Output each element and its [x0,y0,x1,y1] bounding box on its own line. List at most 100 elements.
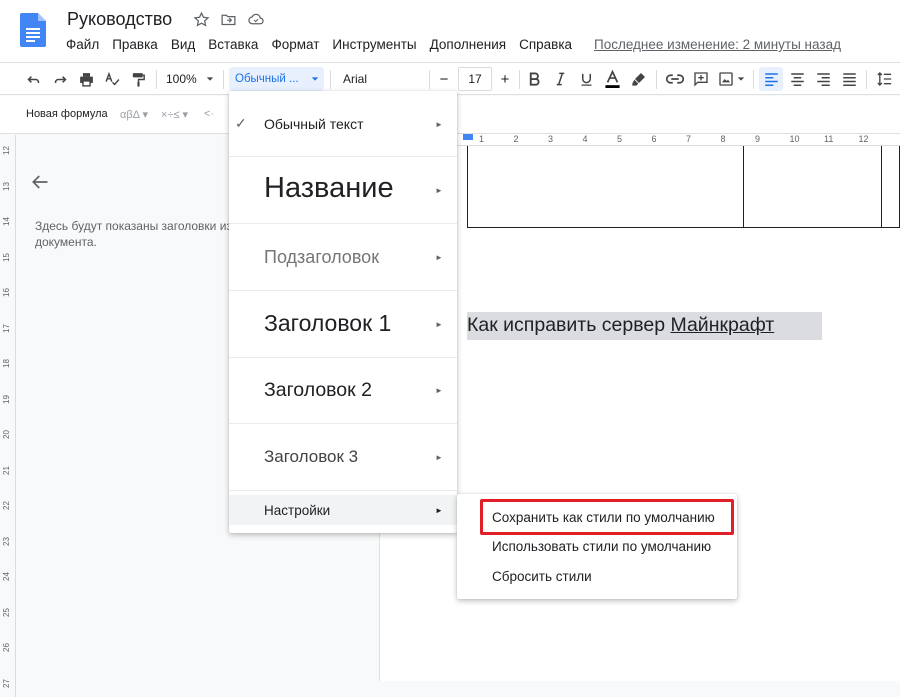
ruler-number: 27 [2,678,11,688]
align-left-button[interactable] [759,67,783,91]
new-formula-button[interactable]: Новая формула [26,108,108,120]
paragraph-style-select[interactable]: Обычный ... [229,67,324,91]
star-icon[interactable] [193,11,210,28]
ruler-number: 12 [858,134,869,144]
spellcheck-icon [104,71,119,86]
cloud-status-icon[interactable] [247,11,265,28]
ruler-number: 1 [479,134,485,144]
greek-letters-menu[interactable]: αβΔ ▾ [120,108,148,121]
vertical-ruler: 12 13 14 15 16 17 18 19 20 21 22 23 24 25 26 27 [0,135,16,697]
submenu-arrow-icon: ► [435,453,443,462]
style-item-label: Настройки [264,503,331,518]
bold-icon [529,72,539,86]
redo-icon [54,75,67,83]
heading-text: Как исправить сервер [467,314,671,336]
font-size-decrease-button[interactable]: − [434,67,454,91]
style-item-subtitle[interactable]: Подзаголовок ► [229,224,457,291]
menu-help[interactable]: Справка [519,37,572,52]
bold-button[interactable] [524,67,544,91]
highlight-annotation [480,499,734,535]
insert-link-button[interactable] [664,67,686,91]
line-spacing-icon [876,72,891,86]
align-center-icon [790,73,804,86]
italic-button[interactable] [550,67,570,91]
ruler-number: 3 [548,134,554,144]
menu-view[interactable]: Вид [171,37,195,52]
font-value: Arial [343,72,368,86]
font-select[interactable]: Arial [338,67,426,91]
paragraph-style-value: Обычный ... [235,73,299,85]
style-item-label: Название [264,172,394,204]
insert-image-button[interactable] [716,67,746,91]
style-item-label: Заголовок 3 [264,447,359,466]
ruler-number: 5 [617,134,623,144]
insert-comment-button[interactable] [691,67,711,91]
style-item-heading-1[interactable]: Заголовок 1 ► [229,291,457,358]
line-spacing-button[interactable] [873,67,895,91]
submenu-arrow-icon: ► [435,120,443,129]
style-item-title[interactable]: Название ► [229,157,457,224]
text-color-button[interactable] [602,67,622,91]
align-justify-button[interactable] [838,67,860,91]
menu-addons[interactable]: Дополнения [430,37,506,52]
ruler-number: 14 [2,217,11,226]
indent-marker[interactable] [463,134,473,140]
font-size-input[interactable]: 17 [458,67,492,91]
align-right-button[interactable] [812,67,834,91]
redo-button[interactable] [50,67,70,91]
paint-format-button[interactable] [128,67,148,91]
underline-button[interactable] [576,67,596,91]
ruler-number: 21 [2,465,11,475]
style-item-normal-text[interactable]: ✓ Обычный текст ► [229,91,457,157]
ruler-number: 26 [2,643,11,652]
reset-styles-item[interactable]: Сбросить стили [492,569,592,584]
ruler-number: 2 [513,134,519,144]
move-folder-icon[interactable] [220,11,237,28]
menu-insert[interactable]: Вставка [208,37,258,52]
last-edit-link[interactable]: Последнее изменение: 2 минуты назад [594,37,841,52]
heading-link-text[interactable]: Майнкрафт [671,314,775,336]
style-item-label: Заголовок 1 [264,310,392,336]
menu-edit[interactable]: Правка [112,37,158,52]
style-item-heading-3[interactable]: Заголовок 3 ► [229,424,457,491]
align-center-button[interactable] [786,67,808,91]
menu-format[interactable]: Формат [271,37,319,52]
document-table[interactable] [467,146,900,228]
docs-logo-icon[interactable] [20,13,46,47]
undo-button[interactable] [23,67,43,91]
document-heading[interactable]: Как исправить сервер Майнкрафт [467,312,822,340]
style-item-settings[interactable]: Настройки ► [229,495,457,525]
document-title[interactable]: Руководство [67,9,172,30]
submenu-arrow-icon: ► [435,506,443,515]
style-item-label: Обычный текст [264,116,364,132]
operators-menu[interactable]: ×÷≤ ▾ [161,108,188,121]
menu-file[interactable]: Файл [66,37,99,52]
underline-icon [581,73,591,86]
ruler-number: 11 [824,134,834,144]
highlight-color-button[interactable] [629,67,649,91]
title-bar: Руководство Файл Правка Вид Вставка Форм… [0,0,900,62]
arrow-back-icon[interactable] [31,174,49,190]
spellcheck-button[interactable] [102,67,122,91]
chevron-down-icon [206,77,214,81]
ruler-number: 15 [2,252,11,262]
ruler-number: 8 [720,134,726,144]
ruler-number: 4 [582,134,588,144]
text-color-icon [604,69,620,88]
print-button[interactable] [76,67,96,91]
submenu-arrow-icon: ► [435,186,443,195]
ruler-number: 17 [2,323,11,333]
font-size-increase-button[interactable]: + [495,67,515,91]
link-icon [666,74,684,84]
print-icon [79,72,93,87]
relations-menu[interactable]: <· [204,108,214,120]
chevron-down-icon [737,77,744,81]
use-default-styles-item[interactable]: Использовать стили по умолчанию [492,539,711,554]
style-item-heading-2[interactable]: Заголовок 2 ► [229,358,457,424]
ruler-number: 18 [2,359,11,368]
ruler-number: 23 [2,536,11,546]
menu-tools[interactable]: Инструменты [332,37,416,52]
submenu-arrow-icon: ► [435,253,443,262]
zoom-select[interactable]: 100% [164,67,216,91]
paragraph-style-menu: ✓ Обычный текст ► Название ► Подзаголово… [229,91,457,533]
